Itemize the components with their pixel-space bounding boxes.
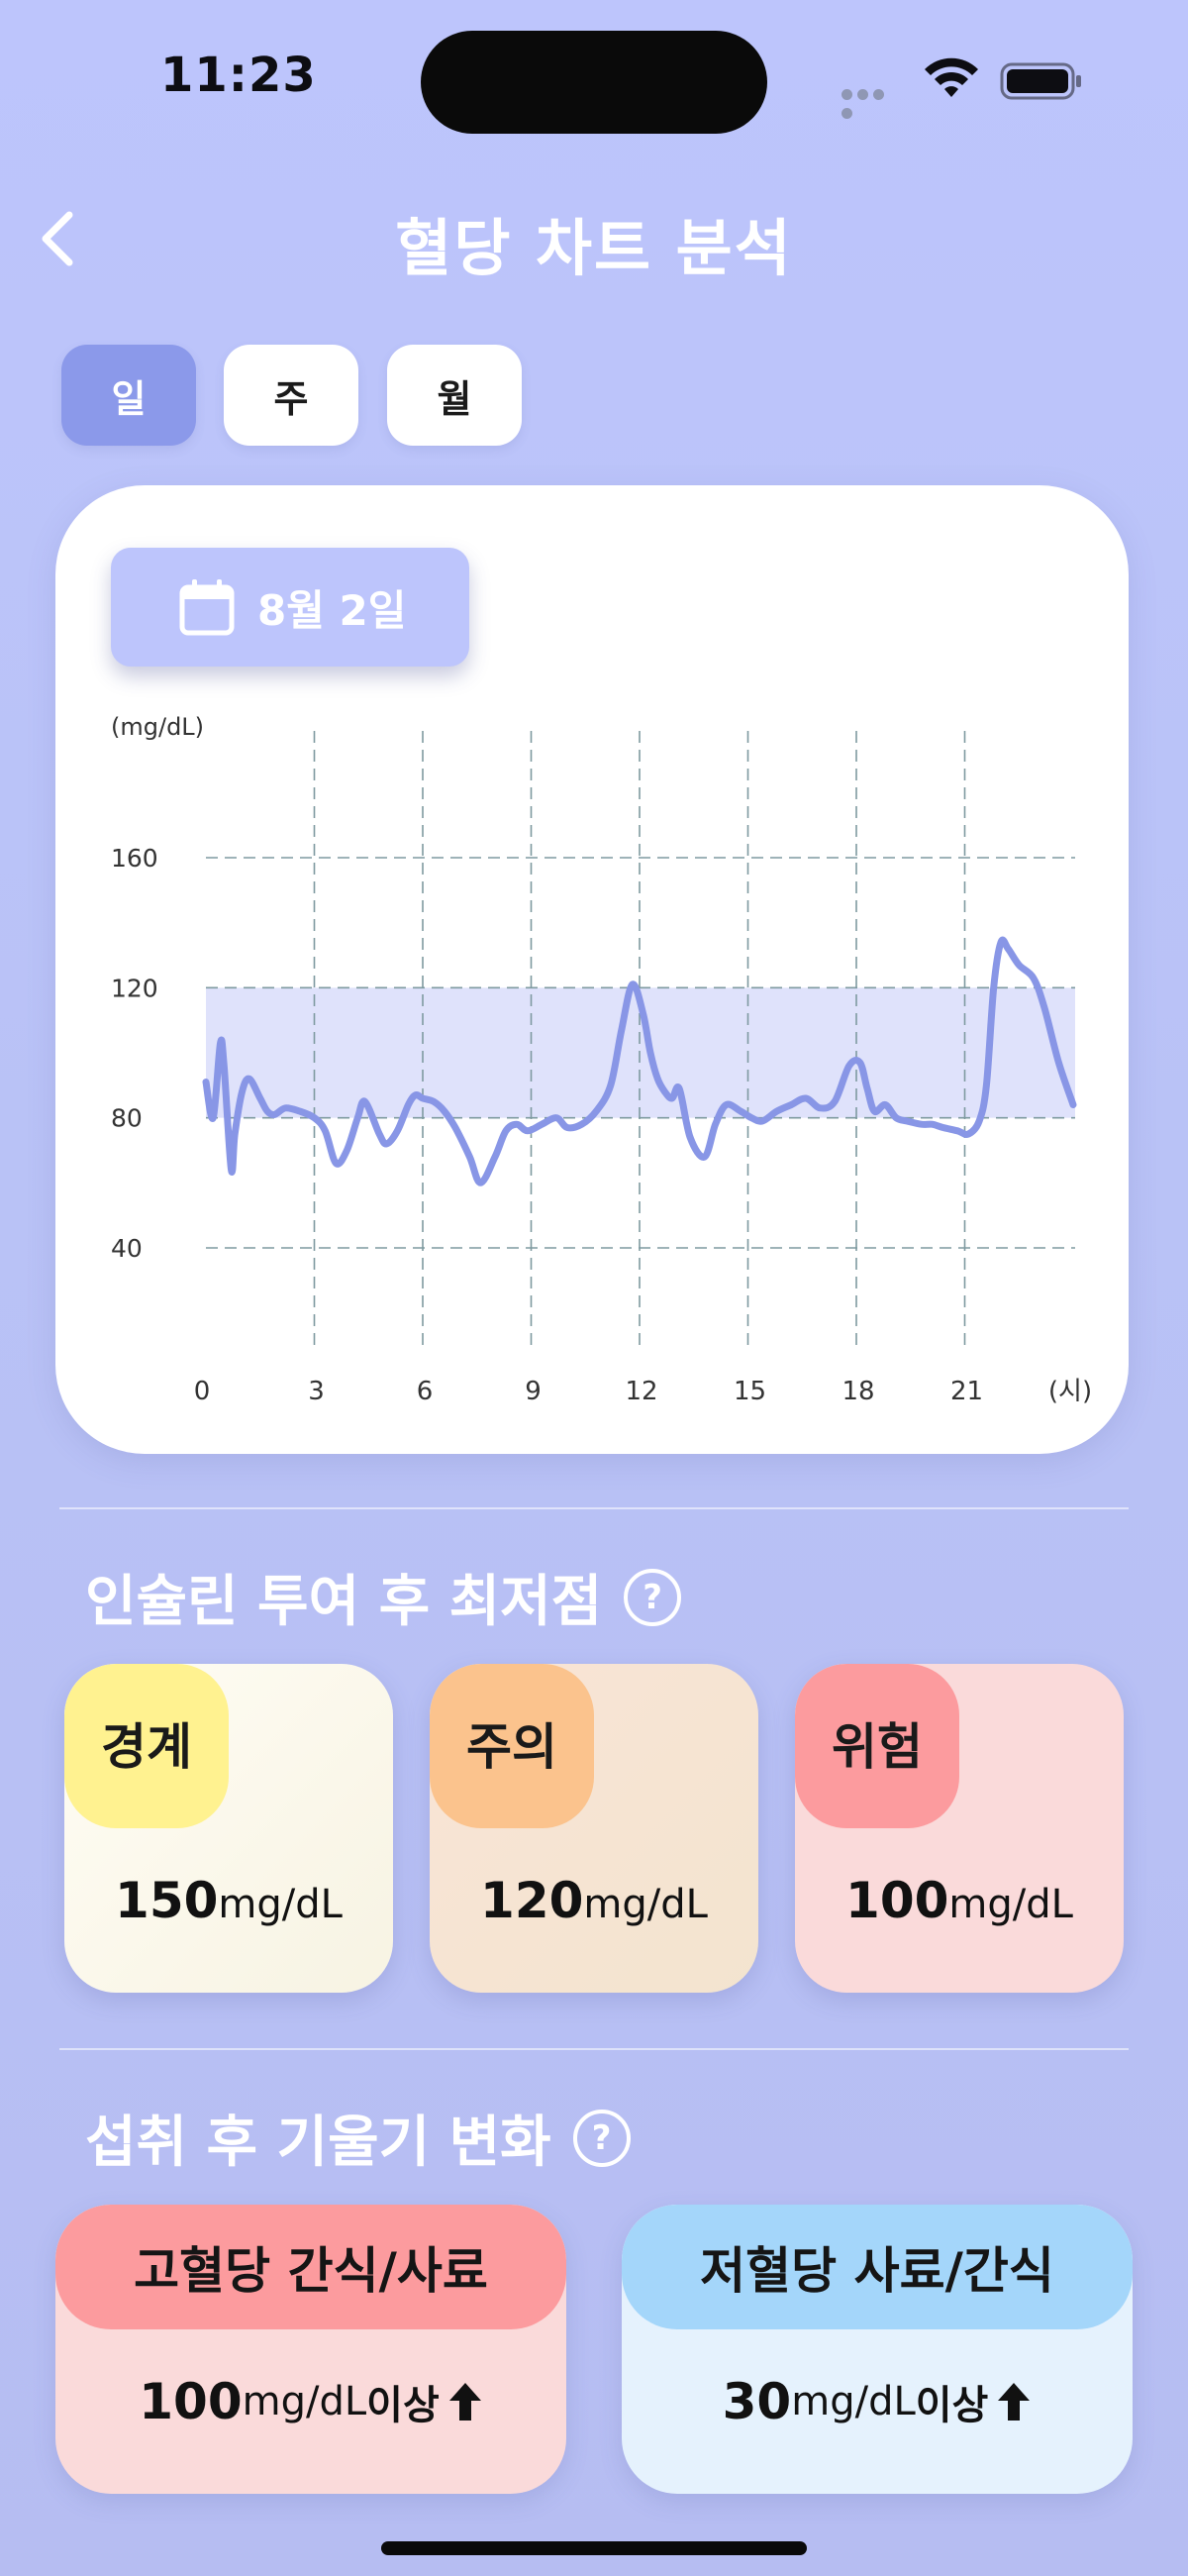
divider <box>59 2048 1129 2050</box>
threshold-value: 120 <box>480 1872 584 1929</box>
threshold-card-caution: 주의 120mg/dL <box>430 1664 758 1993</box>
status-time: 11:23 <box>160 48 317 103</box>
battery-icon <box>1000 62 1081 100</box>
slope-suffix: 이상 <box>366 2383 440 2428</box>
wifi-icon <box>925 57 978 97</box>
slope-card-title: 저혈당 사료/간식 <box>622 2205 1133 2329</box>
help-icon[interactable]: ? <box>624 1568 682 1626</box>
threshold-value: 150 <box>115 1872 219 1929</box>
slope-section-label: 섭취 후 기울기 변화 <box>85 2111 551 2175</box>
y-axis-label: (mg/dL) <box>111 713 204 741</box>
threshold-tag: 주의 <box>430 1664 594 1828</box>
arrow-up-icon <box>448 2383 481 2421</box>
glucose-line-chart: (mg/dL) 160 120 80 40 0 3 6 9 12 15 18 21 (시) <box>111 713 1092 1406</box>
threshold-unit: mg/dL <box>218 1882 343 1927</box>
tab-day[interactable]: 일 <box>61 345 196 446</box>
slope-section-title: 섭취 후 기울기 변화 ? <box>85 2098 631 2178</box>
slope-card-title: 고혈당 간식/사료 <box>55 2205 566 2329</box>
x-tick-label: 12 <box>625 1377 657 1406</box>
arrow-up-icon <box>998 2383 1031 2421</box>
x-tick-label: 15 <box>734 1377 766 1406</box>
slope-suffix: 이상 <box>915 2383 989 2428</box>
y-tick-label: 80 <box>111 1104 143 1133</box>
tab-week[interactable]: 주 <box>224 345 358 446</box>
y-tick-label: 40 <box>111 1234 143 1263</box>
dynamic-island <box>421 31 767 134</box>
help-icon[interactable]: ? <box>572 2109 631 2167</box>
threshold-unit: mg/dL <box>948 1882 1073 1927</box>
x-tick-label: 6 <box>417 1377 434 1406</box>
insulin-section-label: 인슐린 투여 후 최저점 <box>85 1570 603 1634</box>
y-tick-label: 160 <box>111 844 158 873</box>
x-tick-label: 9 <box>525 1377 542 1406</box>
x-tick-label: 0 <box>194 1377 211 1406</box>
x-tick-label: 21 <box>950 1377 983 1406</box>
cellular-signal-icon <box>842 85 903 119</box>
insulin-section-title: 인슐린 투여 후 최저점 ? <box>85 1557 682 1637</box>
threshold-value: 100 <box>845 1872 949 1929</box>
tab-month[interactable]: 월 <box>387 345 522 446</box>
threshold-card-danger: 위험 100mg/dL <box>795 1664 1124 1993</box>
x-axis-label: (시) <box>1048 1377 1092 1406</box>
slope-card-high: 고혈당 간식/사료 100 mg/dL 이상 <box>55 2205 566 2494</box>
slope-card-low: 저혈당 사료/간식 30 mg/dL 이상 <box>622 2205 1133 2494</box>
threshold-unit: mg/dL <box>583 1882 708 1927</box>
x-tick-label: 3 <box>308 1377 325 1406</box>
page-title: 혈당 차트 분석 <box>395 212 793 284</box>
x-tick-label: 18 <box>842 1377 874 1406</box>
threshold-tag: 위험 <box>795 1664 959 1828</box>
slope-unit: mg/dL <box>791 2379 916 2424</box>
slope-value: 30 <box>722 2373 792 2430</box>
threshold-card-warning: 경계 150mg/dL <box>64 1664 393 1993</box>
home-indicator <box>381 2541 807 2555</box>
slope-value: 100 <box>139 2373 243 2430</box>
divider <box>59 1507 1129 1509</box>
threshold-tag: 경계 <box>64 1664 229 1828</box>
y-tick-label: 120 <box>111 974 158 1002</box>
slope-unit: mg/dL <box>242 2379 367 2424</box>
